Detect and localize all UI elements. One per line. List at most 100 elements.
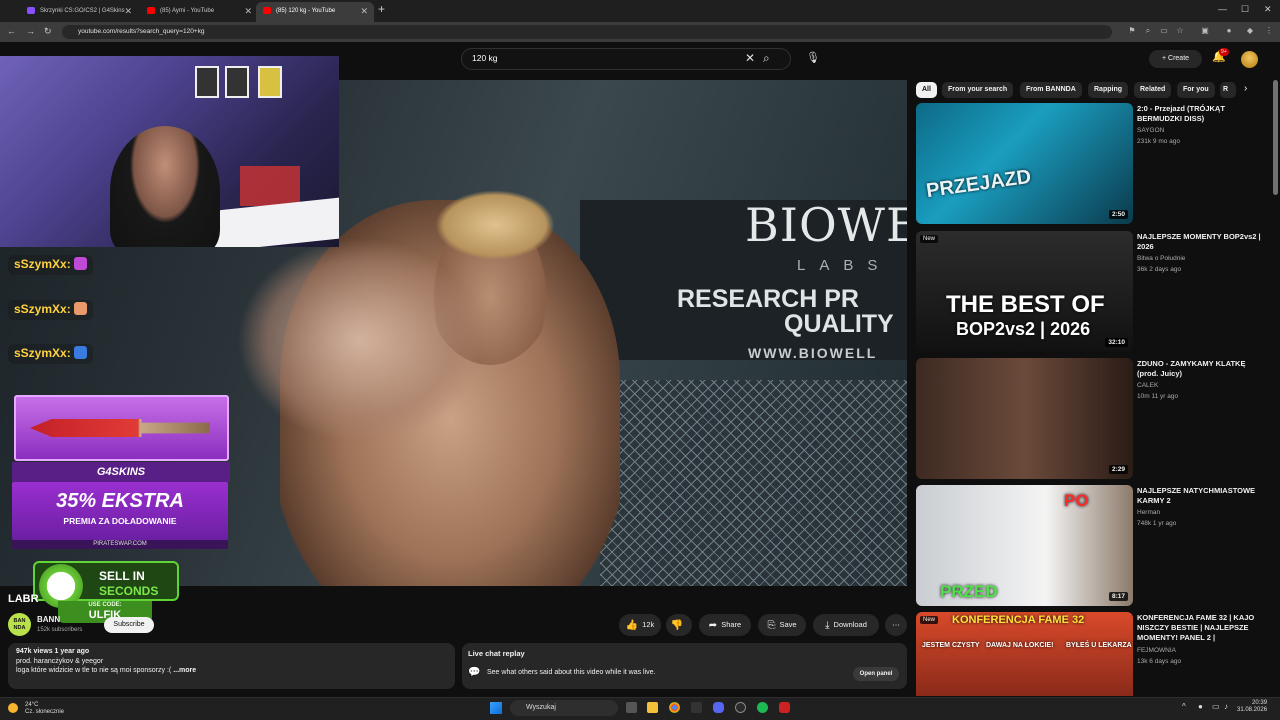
windows-start-icon[interactable] xyxy=(490,702,502,714)
download-button[interactable]: ⤓ Download xyxy=(813,614,879,636)
thumbnail-caption: PO xyxy=(1064,491,1089,510)
recommendation-channel[interactable]: Herman xyxy=(1137,509,1160,516)
recommendation-channel[interactable]: CALEK xyxy=(1137,382,1158,389)
extension-icon[interactable]: ◆ xyxy=(1245,26,1255,36)
tray-chevron-icon[interactable]: ^ xyxy=(1182,702,1186,711)
app-icon[interactable] xyxy=(779,702,790,713)
subscribe-button[interactable]: Subscribe xyxy=(104,617,154,633)
search-input[interactable]: 120 kg xyxy=(472,53,498,63)
thumbs-down-icon: 👎 xyxy=(670,620,684,631)
webcam-shelf xyxy=(240,166,300,206)
open-panel-button[interactable]: Open panel xyxy=(853,667,899,681)
create-button[interactable]: + Create xyxy=(1149,50,1202,68)
sun-icon[interactable] xyxy=(8,703,18,713)
save-button[interactable]: ⎘ Save xyxy=(758,614,806,636)
show-more-link[interactable]: ...more xyxy=(173,667,196,674)
recommendation-thumbnail[interactable]: PRZEJAZD 2:50 xyxy=(916,103,1133,224)
recommendation-thumbnail[interactable]: New KONFERENCJA FAME 32 JESTEM CZYSTY DA… xyxy=(916,612,1133,696)
chip-all[interactable]: All xyxy=(916,82,937,98)
description-box[interactable]: 947k views 1 year ago prod. harancżykov … xyxy=(8,643,455,689)
promo-banner: 35% EKSTRA PREMIA ZA DOŁADOWANIE xyxy=(12,482,228,540)
channel-name[interactable]: BANN xyxy=(37,615,60,624)
task-view-icon[interactable] xyxy=(626,702,637,713)
back-icon[interactable]: ← xyxy=(7,26,16,36)
recommendation-channel[interactable]: Bitwa o Południe xyxy=(1137,255,1185,262)
channel-avatar[interactable]: BAN NDA xyxy=(8,613,31,636)
search-box[interactable]: 120 kg ✕ xyxy=(461,48,791,70)
recommendation-channel[interactable]: FEJMOWNIA xyxy=(1137,647,1176,654)
recommendation-meta: 748k 1 yr ago xyxy=(1137,520,1177,527)
close-tab-icon[interactable]: ✕ xyxy=(124,2,132,20)
chevron-right-icon[interactable]: › xyxy=(1244,83,1247,94)
page-scrollbar[interactable] xyxy=(1273,80,1278,195)
chip-from-your-search[interactable]: From your search xyxy=(942,82,1014,98)
translate-icon[interactable]: ⚑ xyxy=(1127,26,1137,36)
chrome-icon[interactable] xyxy=(669,702,680,713)
share-button[interactable]: ➦ Share xyxy=(699,614,751,636)
recommendation-channel[interactable]: SAYGON xyxy=(1137,127,1164,134)
network-icon[interactable]: ▭ xyxy=(1212,702,1220,711)
browser-menu-icon[interactable]: ⋮ xyxy=(1264,26,1274,36)
close-tab-icon[interactable]: ✕ xyxy=(360,2,368,20)
account-avatar[interactable] xyxy=(1241,51,1258,68)
tray-app-icon[interactable]: ● xyxy=(1198,702,1203,711)
browser-tab[interactable]: (85) Aymi - YouTube ✕ xyxy=(140,2,258,22)
clear-search-icon[interactable]: ✕ xyxy=(745,51,755,65)
browser-tab[interactable]: Skrzynki CS:GO/CS2 | G4Skins ✕ xyxy=(20,2,138,22)
knife-image xyxy=(30,419,210,437)
recommendation-thumbnail[interactable]: 2:29 xyxy=(916,358,1133,479)
g4skins-logo: G4SKINS xyxy=(12,462,230,482)
volume-icon[interactable]: ♪ xyxy=(1224,702,1228,711)
recommendation-title[interactable]: KONFERENCJA FAME 32 | KAJO NISZCZY BESTI… xyxy=(1137,613,1262,643)
app-icon[interactable] xyxy=(691,702,702,713)
chip-for-you[interactable]: For you xyxy=(1177,82,1215,98)
close-tab-icon[interactable]: ✕ xyxy=(244,2,252,20)
download-icon: ⤓ xyxy=(825,620,830,631)
taskbar-clock[interactable]: 20:39 31.08.2026 xyxy=(1237,700,1267,714)
maximize-icon[interactable]: ☐ xyxy=(1241,4,1249,15)
recommendation-meta: 13k 6 days ago xyxy=(1137,658,1182,665)
spotify-icon[interactable] xyxy=(757,702,768,713)
browser-tab-bar: Skrzynki CS:GO/CS2 | G4Skins ✕ (85) Aymi… xyxy=(0,0,1280,22)
search-icon[interactable]: ⌕ xyxy=(763,51,770,66)
weather-widget[interactable]: 24°C Cz. słonecznie xyxy=(25,702,64,716)
recommendation-title[interactable]: NAJLEPSZE NATYCHMIASTOWE KARMY 2 xyxy=(1137,486,1262,506)
bookmark-star-icon[interactable]: ☆ xyxy=(1175,26,1185,36)
url-text: youtube.com/results?search_query=120+kg xyxy=(78,28,205,35)
profile-icon[interactable]: ● xyxy=(1224,26,1234,36)
recommendation-thumbnail[interactable]: PRZED PO 8:17 xyxy=(916,485,1133,606)
date: 31.08.2026 xyxy=(1237,707,1268,713)
chat-username: sSzymXx: xyxy=(14,346,71,360)
chip-from-bannda[interactable]: From BANNDA xyxy=(1020,82,1082,98)
save-label: Save xyxy=(779,620,797,629)
forward-icon[interactable]: → xyxy=(26,26,35,36)
address-bar[interactable]: youtube.com/results?search_query=120+kg xyxy=(62,25,1112,39)
recommendation-thumbnail[interactable]: New THE BEST OF BOP2vs2 | 2026 32:10 xyxy=(916,231,1133,352)
recommendation-title[interactable]: 2:0 - Przejazd (TRÓJKĄT BERMUDZKI DISS) xyxy=(1137,104,1262,124)
recommendation-title[interactable]: ZDUNO - ZAMYKAMY KLATKĘ (prod. Juicy) xyxy=(1137,359,1262,379)
new-tab-icon[interactable]: + xyxy=(378,2,385,16)
browser-tab-active[interactable]: (85) 120 kg - YouTube ✕ xyxy=(256,2,374,22)
file-explorer-icon[interactable] xyxy=(647,702,658,713)
cast-icon[interactable]: ▭ xyxy=(1159,26,1169,36)
chip-rapping[interactable]: Rapping xyxy=(1088,82,1128,98)
taskbar-search[interactable]: Wyszukaj xyxy=(510,700,618,716)
zoom-icon[interactable]: ⌕ xyxy=(1143,26,1153,36)
minimize-icon[interactable]: — xyxy=(1218,4,1227,14)
reload-icon[interactable]: ↻ xyxy=(44,26,52,37)
microphone-icon[interactable]: 🎙 xyxy=(806,51,820,64)
bookmark-icon: ⎘ xyxy=(767,620,776,631)
discord-icon[interactable] xyxy=(713,702,724,713)
description-line: prod. harancżykov & yeegor xyxy=(16,658,104,665)
more-actions-button[interactable]: ⋯ xyxy=(885,614,907,636)
chip-related[interactable]: Related xyxy=(1134,82,1172,98)
dislike-button[interactable]: 👎 xyxy=(666,614,692,636)
tab-title: (85) 120 kg - YouTube xyxy=(276,8,336,14)
chat-emote-icon xyxy=(73,257,87,270)
extensions-icon[interactable]: ▣ xyxy=(1200,26,1210,36)
app-icon[interactable] xyxy=(735,702,746,713)
close-window-icon[interactable]: ✕ xyxy=(1264,4,1272,15)
like-button[interactable]: 👍 12k xyxy=(619,614,661,636)
recommendation-title[interactable]: NAJLEPSZE MOMENTY BOP2vs2 | 2026 xyxy=(1137,232,1262,252)
chip-truncated[interactable]: R xyxy=(1220,82,1236,98)
